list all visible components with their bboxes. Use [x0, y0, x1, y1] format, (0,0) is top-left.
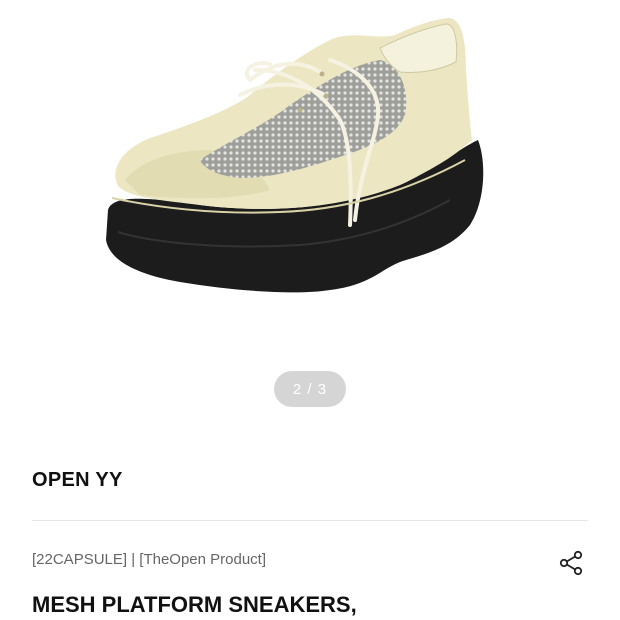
brand-name[interactable]: OPEN YY: [32, 469, 123, 492]
product-image[interactable]: [0, 0, 620, 360]
divider: [32, 520, 588, 521]
product-tags: [22CAPSULE] | [TheOpen Product]: [32, 551, 267, 568]
product-title: MESH PLATFORM SNEAKERS,: [32, 592, 357, 617]
share-icon[interactable]: [556, 548, 586, 578]
product-detail-screen: 2 / 3 OPEN YY [22CAPSULE] | [TheOpen Pro…: [0, 0, 620, 620]
gallery-pager: 2 / 3: [274, 371, 346, 407]
